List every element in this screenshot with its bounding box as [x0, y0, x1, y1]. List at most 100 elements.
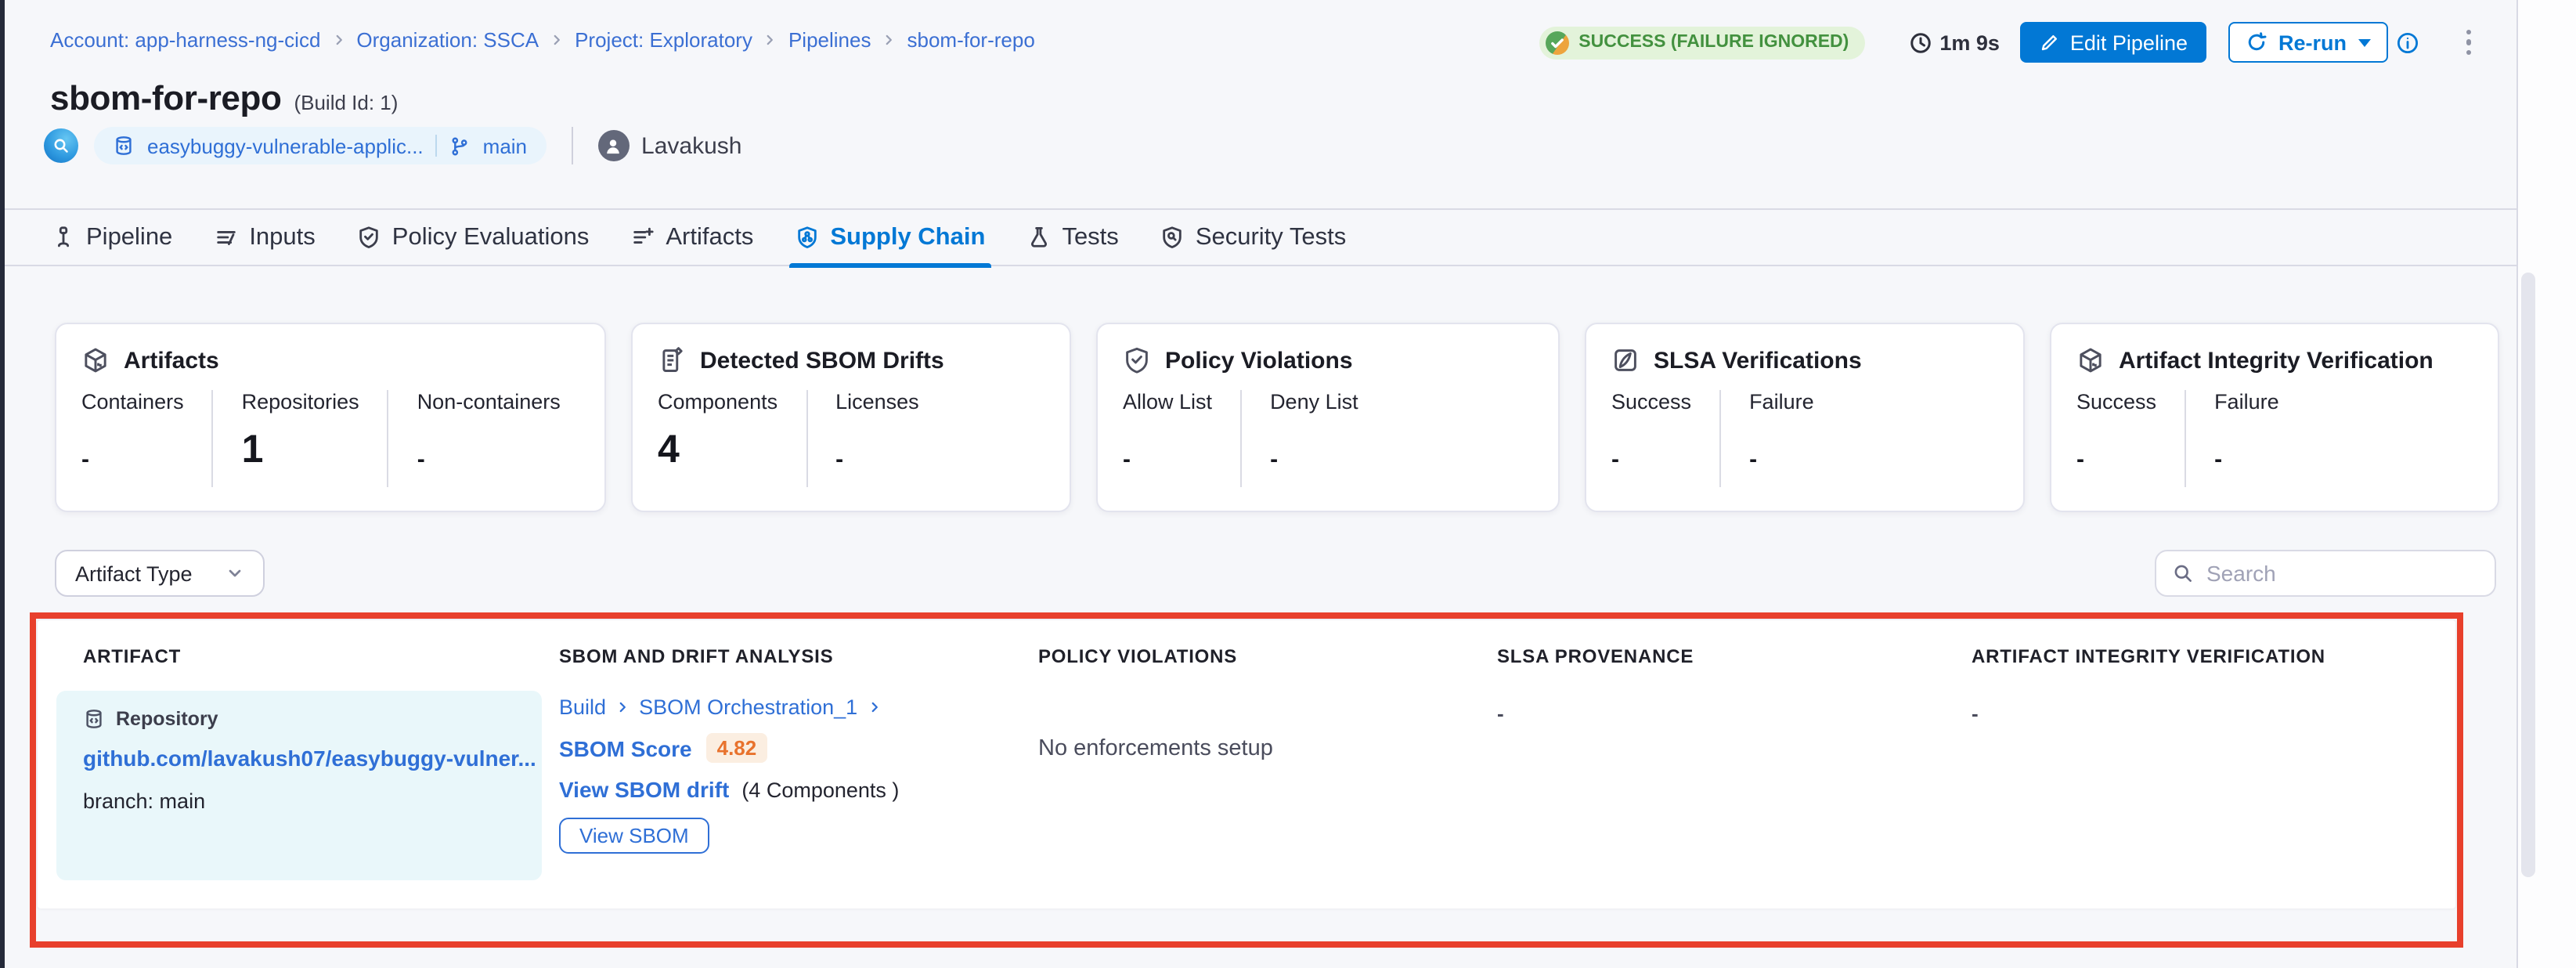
- sbom-score-badge: 4.82: [706, 733, 768, 763]
- clock-icon: [1908, 31, 1932, 54]
- artifact-type-select[interactable]: Artifact Type: [55, 550, 265, 597]
- chevron-right-icon: [331, 33, 345, 47]
- stat-value: -: [835, 423, 919, 473]
- cube-icon: [81, 346, 110, 374]
- scrollbar-track[interactable]: [2516, 0, 2576, 968]
- breadcrumb-pipeline-name[interactable]: sbom-for-repo: [907, 28, 1035, 52]
- artifacts-list-icon: [631, 226, 655, 249]
- page-title: sbom-for-repo: [50, 78, 281, 119]
- policy-violations-cell: No enforcements setup: [1038, 691, 1497, 880]
- breadcrumb-pipelines[interactable]: Pipelines: [788, 28, 871, 52]
- chevron-right-icon: [550, 33, 564, 47]
- stat-slsa-failure: Failure -: [1719, 390, 1842, 487]
- caret-down-icon: [2358, 38, 2370, 46]
- user-avatar-icon: [597, 130, 629, 161]
- stat-value: -: [1270, 423, 1358, 473]
- tab-inputs[interactable]: Inputs: [215, 209, 315, 265]
- stat-label: Components: [658, 390, 777, 414]
- stat-allow-list: Allow List -: [1123, 390, 1240, 487]
- artifact-cell: Repository github.com/lavakush07/easybug…: [56, 691, 542, 880]
- branch-name[interactable]: main: [483, 134, 527, 157]
- tab-label: Tests: [1062, 223, 1118, 251]
- stat-value: -: [1749, 423, 1814, 473]
- tab-supply-chain[interactable]: Supply Chain: [796, 209, 985, 265]
- stat-label: Success: [2076, 390, 2156, 414]
- breadcrumb-account[interactable]: Account: app-harness-ng-cicd: [50, 28, 320, 52]
- breadcrumb-organization[interactable]: Organization: SSCA: [356, 28, 539, 52]
- card-artifacts: Artifacts Containers - Repositories 1 No…: [55, 323, 606, 512]
- user-name: Lavakush: [641, 132, 741, 159]
- sbom-score-link[interactable]: SBOM Score: [559, 735, 692, 760]
- tab-pipeline[interactable]: Pipeline: [52, 209, 172, 265]
- sbom-score-line: SBOM Score 4.82: [559, 733, 1038, 763]
- tab-tests[interactable]: Tests: [1027, 209, 1118, 265]
- chevron-right-icon: [882, 33, 897, 47]
- info-icon[interactable]: [2395, 31, 2419, 54]
- stat-label: Repositories: [242, 390, 359, 414]
- artifacts-table: ARTIFACT SBOM AND DRIFT ANALYSIS POLICY …: [38, 620, 2455, 908]
- repo-branch-pill[interactable]: easybuggy-vulnerable-applic... main: [94, 127, 546, 164]
- orchestration-link[interactable]: SBOM Orchestration_1: [639, 695, 857, 719]
- annotation-rectangle: ARTIFACT SBOM AND DRIFT ANALYSIS POLICY …: [30, 612, 2463, 948]
- scrollbar-thumb[interactable]: [2521, 273, 2535, 877]
- card-sbom-drifts: Detected SBOM Drifts Components 4 Licens…: [631, 323, 1071, 512]
- view-sbom-drift-link[interactable]: View SBOM drift: [559, 777, 729, 802]
- inputs-icon: [215, 226, 238, 249]
- tab-bar: Pipeline Inputs Policy Evaluations Artif…: [5, 210, 2516, 266]
- title-row: sbom-for-repo (Build Id: 1): [50, 78, 398, 119]
- card-title: Policy Violations: [1165, 347, 1353, 374]
- breadcrumb: Account: app-harness-ng-cicd Organizatio…: [50, 28, 1035, 52]
- chevron-right-icon: [763, 33, 777, 47]
- sbom-drift-document-icon: [658, 346, 686, 374]
- stat-integrity-success: Success -: [2076, 390, 2185, 487]
- breadcrumb-project[interactable]: Project: Exploratory: [575, 28, 752, 52]
- repo-name[interactable]: easybuggy-vulnerable-applic...: [147, 134, 424, 157]
- pipeline-icon: [52, 226, 75, 249]
- tab-artifacts[interactable]: Artifacts: [631, 209, 753, 265]
- stat-value: 4: [658, 423, 777, 473]
- meta-divider: [571, 127, 572, 164]
- stat-label: Failure: [1749, 390, 1814, 414]
- chevron-right-icon: [615, 700, 630, 714]
- edit-pipeline-button[interactable]: Edit Pipeline: [2020, 22, 2206, 63]
- stat-value: 1: [242, 423, 359, 473]
- repository-icon: [113, 135, 135, 157]
- col-header-artifact: ARTIFACT: [83, 645, 559, 667]
- stat-repositories: Repositories 1: [212, 390, 388, 487]
- view-sbom-button[interactable]: View SBOM: [559, 818, 709, 854]
- stat-deny-list: Deny List -: [1240, 390, 1387, 487]
- stat-label: Containers: [81, 390, 184, 414]
- rerun-button[interactable]: Re-run: [2228, 22, 2387, 63]
- duration-text: 1m 9s: [1939, 31, 2000, 54]
- stat-label: Success: [1611, 390, 1691, 414]
- sbom-cell: Build SBOM Orchestration_1 SBOM Score 4.…: [559, 691, 1038, 880]
- stat-label: Licenses: [835, 390, 919, 414]
- artifact-repo-link[interactable]: github.com/lavakush07/easybuggy-vulner..…: [83, 746, 515, 771]
- tab-security-tests[interactable]: Security Tests: [1161, 209, 1346, 265]
- tab-policy-evaluations[interactable]: Policy Evaluations: [358, 209, 590, 265]
- col-header-policy: POLICY VIOLATIONS: [1038, 645, 1497, 667]
- refresh-icon: [2246, 31, 2268, 53]
- stat-non-containers: Non-containers -: [388, 390, 589, 487]
- card-artifact-integrity: Artifact Integrity Verification Success …: [2050, 323, 2499, 512]
- stat-value: -: [2076, 423, 2156, 473]
- search-icon: [2172, 562, 2194, 584]
- stat-containers: Containers -: [81, 390, 212, 487]
- build-link[interactable]: Build: [559, 695, 606, 719]
- chevron-down-icon: [225, 564, 244, 583]
- more-options-menu-icon[interactable]: [2461, 25, 2476, 60]
- stat-label: Failure: [2214, 390, 2279, 414]
- summary-cards: Artifacts Containers - Repositories 1 No…: [55, 323, 2499, 512]
- sbom-breadcrumb: Build SBOM Orchestration_1: [559, 695, 1038, 719]
- search-input[interactable]: [2206, 561, 2490, 586]
- build-id: (Build Id: 1): [294, 91, 398, 114]
- status-badge: SUCCESS (FAILURE IGNORED): [1539, 26, 1864, 59]
- stat-slsa-success: Success -: [1611, 390, 1719, 487]
- supply-chain-page: Account: app-harness-ng-cicd Organizatio…: [0, 0, 2576, 968]
- artifact-type-row: Repository: [83, 708, 515, 730]
- stat-value: -: [1123, 423, 1212, 473]
- sbom-drift-line: View SBOM drift (4 Components ): [559, 777, 1038, 802]
- stat-value: -: [417, 423, 561, 473]
- card-slsa-verifications: SLSA Verifications Success - Failure -: [1585, 323, 2025, 512]
- repository-icon: [83, 708, 105, 730]
